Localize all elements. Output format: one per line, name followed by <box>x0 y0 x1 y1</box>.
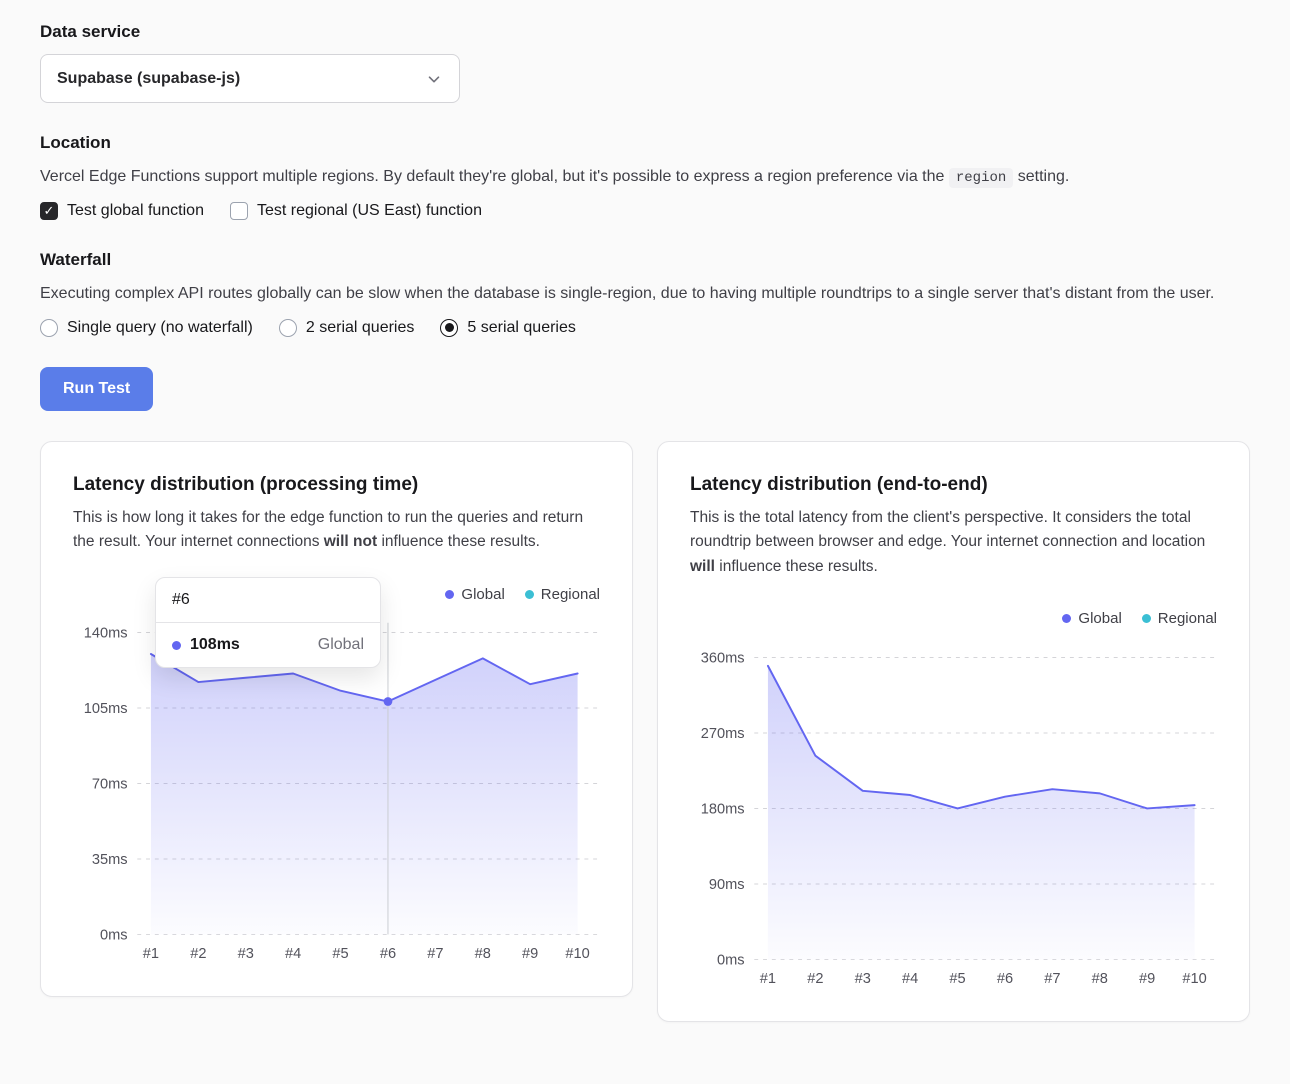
radio-single-query[interactable]: Single query (no waterfall) <box>40 319 253 337</box>
legend-dot-icon <box>1142 614 1151 623</box>
svg-text:#10: #10 <box>1182 971 1206 987</box>
legend-label: Global <box>1078 610 1121 627</box>
svg-text:#4: #4 <box>285 946 301 962</box>
svg-text:#6: #6 <box>380 946 396 962</box>
tooltip-series-name: Global <box>318 636 364 654</box>
checkbox-unchecked-icon <box>230 202 248 220</box>
card-description-bold: will <box>690 558 715 575</box>
waterfall-section: Waterfall Executing complex API routes g… <box>40 250 1250 337</box>
svg-text:#9: #9 <box>1139 971 1155 987</box>
card-title: Latency distribution (processing time) <box>73 474 600 496</box>
svg-text:180ms: 180ms <box>701 801 745 817</box>
svg-text:0ms: 0ms <box>100 928 128 944</box>
location-description: Vercel Edge Functions support multiple r… <box>40 165 1250 190</box>
radio-2-serial-queries[interactable]: 2 serial queries <box>279 319 415 337</box>
latency-card-processing-time: Latency distribution (processing time) T… <box>40 441 633 997</box>
legend-item-regional: Regional <box>525 586 600 603</box>
checkbox-checked-icon <box>40 202 58 220</box>
svg-text:#6: #6 <box>997 971 1013 987</box>
svg-text:#1: #1 <box>143 946 159 962</box>
checkbox-label: Test regional (US East) function <box>257 202 482 220</box>
checkbox-test-regional-function[interactable]: Test regional (US East) function <box>230 202 482 220</box>
card-description: This is how long it takes for the edge f… <box>73 506 600 556</box>
legend-item-regional: Regional <box>1142 610 1217 627</box>
legend-label: Regional <box>1158 610 1217 627</box>
radio-label: 5 serial queries <box>467 319 576 337</box>
data-service-section: Data service Supabase (supabase-js) <box>40 22 1250 103</box>
series-dot-icon <box>172 641 181 650</box>
tooltip-value: 108ms <box>190 636 240 654</box>
card-description: This is the total latency from the clien… <box>690 506 1217 580</box>
svg-text:#8: #8 <box>475 946 491 962</box>
radio-unselected-icon <box>40 319 58 337</box>
legend-item-global: Global <box>445 586 504 603</box>
svg-text:#8: #8 <box>1092 971 1108 987</box>
radio-5-serial-queries[interactable]: 5 serial queries <box>440 319 576 337</box>
data-service-selected-value: Supabase (supabase-js) <box>57 70 240 88</box>
svg-text:70ms: 70ms <box>92 777 128 793</box>
chevron-down-icon <box>425 70 443 88</box>
svg-text:#1: #1 <box>760 971 776 987</box>
radio-label: Single query (no waterfall) <box>67 319 253 337</box>
svg-text:#4: #4 <box>902 971 918 987</box>
radio-unselected-icon <box>279 319 297 337</box>
svg-text:#5: #5 <box>949 971 965 987</box>
radio-label: 2 serial queries <box>306 319 415 337</box>
svg-text:#5: #5 <box>332 946 348 962</box>
tooltip-row: 108ms Global <box>156 623 380 667</box>
page: Data service Supabase (supabase-js) Loca… <box>0 0 1290 1082</box>
tooltip-title: #6 <box>156 578 380 623</box>
svg-text:35ms: 35ms <box>92 852 128 868</box>
svg-text:#7: #7 <box>427 946 443 962</box>
svg-text:#2: #2 <box>190 946 206 962</box>
checkbox-test-global-function[interactable]: Test global function <box>40 202 204 220</box>
svg-text:#10: #10 <box>565 946 589 962</box>
data-service-label: Data service <box>40 22 1250 42</box>
waterfall-description: Executing complex API routes globally ca… <box>40 282 1250 307</box>
legend-item-global: Global <box>1062 610 1121 627</box>
waterfall-radio-row: Single query (no waterfall) 2 serial que… <box>40 319 1250 337</box>
legend-dot-icon <box>1062 614 1071 623</box>
svg-text:105ms: 105ms <box>84 701 128 717</box>
location-section: Location Vercel Edge Functions support m… <box>40 133 1250 220</box>
svg-text:#3: #3 <box>238 946 254 962</box>
chart-area-processing: Global Regional 0ms 35ms 70ms 105ms 140ms #1 #2… <box>73 583 600 964</box>
location-checkbox-row: Test global function Test regional (US E… <box>40 202 1250 220</box>
region-code-chip: region <box>949 168 1013 188</box>
latency-end-to-end-chart[interactable]: 0ms 90ms 180ms 270ms 360ms #1 #2 #3 #4 #5 #6 #7 #8 #9… <box>690 638 1217 989</box>
location-description-text: Vercel Edge Functions support multiple r… <box>40 168 944 185</box>
svg-text:#2: #2 <box>807 971 823 987</box>
legend-label: Global <box>461 586 504 603</box>
svg-text:140ms: 140ms <box>84 626 128 642</box>
latency-cards-row: Latency distribution (processing time) T… <box>40 441 1250 1022</box>
card-description-text: influence these results. <box>715 558 878 575</box>
waterfall-label: Waterfall <box>40 250 1250 270</box>
checkbox-label: Test global function <box>67 202 204 220</box>
svg-text:90ms: 90ms <box>709 877 745 893</box>
svg-text:#9: #9 <box>522 946 538 962</box>
location-description-text-after: setting. <box>1018 168 1070 185</box>
card-title: Latency distribution (end-to-end) <box>690 474 1217 496</box>
run-test-button[interactable]: Run Test <box>40 367 153 411</box>
svg-text:0ms: 0ms <box>717 952 745 968</box>
svg-text:270ms: 270ms <box>701 726 745 742</box>
data-service-select[interactable]: Supabase (supabase-js) <box>40 54 460 103</box>
location-label: Location <box>40 133 1250 153</box>
radio-selected-icon <box>440 319 458 337</box>
latency-card-end-to-end: Latency distribution (end-to-end) This i… <box>657 441 1250 1022</box>
legend-label: Regional <box>541 586 600 603</box>
chart-tooltip: #6 108ms Global <box>155 577 381 668</box>
legend-dot-icon <box>445 590 454 599</box>
chart-legend: Global Regional <box>690 608 1217 630</box>
svg-text:#3: #3 <box>855 971 871 987</box>
svg-text:360ms: 360ms <box>701 650 745 666</box>
svg-text:#7: #7 <box>1044 971 1060 987</box>
legend-dot-icon <box>525 590 534 599</box>
card-description-bold: will not <box>324 533 377 550</box>
card-description-text: This is the total latency from the clien… <box>690 509 1205 551</box>
card-description-text: influence these results. <box>377 533 540 550</box>
chart-area-end-to-end: Global Regional 0ms 90ms 180ms 270ms 360ms #1 #… <box>690 608 1217 989</box>
